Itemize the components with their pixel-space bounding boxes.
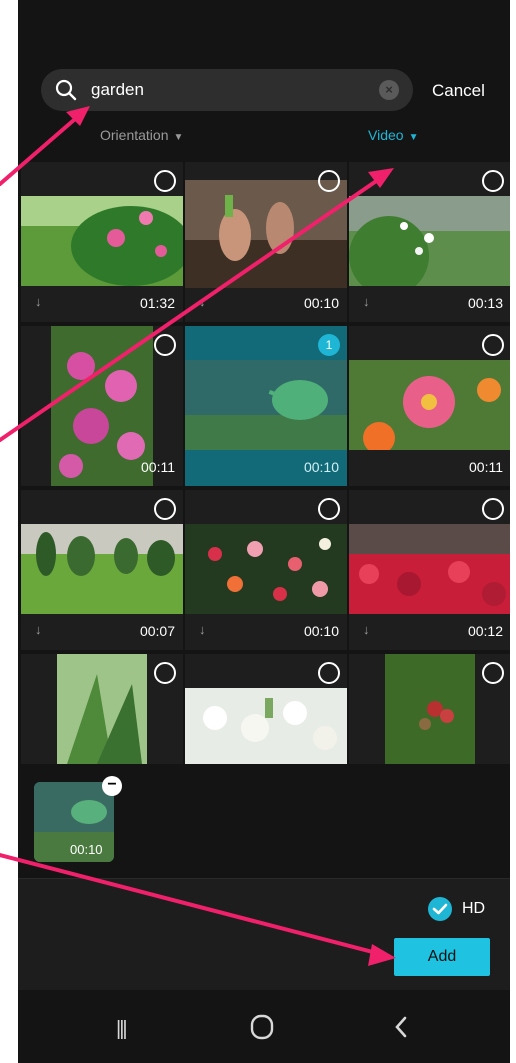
hd-checkbox[interactable] bbox=[428, 897, 452, 921]
download-icon: ↓ bbox=[35, 294, 42, 309]
video-thumbnail bbox=[21, 196, 183, 286]
select-radio[interactable] bbox=[482, 498, 504, 520]
select-radio[interactable] bbox=[318, 498, 340, 520]
video-duration: 00:11 bbox=[469, 459, 503, 475]
video-duration: 00:10 bbox=[303, 459, 339, 475]
video-duration: 00:10 bbox=[303, 623, 339, 639]
video-tile[interactable]: ↓ 00:12 bbox=[349, 490, 510, 650]
select-radio[interactable] bbox=[482, 334, 504, 356]
video-thumbnail bbox=[349, 196, 510, 286]
clip-duration: 00:10 bbox=[70, 842, 103, 857]
chevron-down-icon: ▼ bbox=[173, 132, 184, 143]
back-button[interactable] bbox=[394, 1016, 408, 1038]
video-duration: 00:10 bbox=[303, 295, 339, 311]
select-radio[interactable] bbox=[482, 170, 504, 192]
video-tile[interactable] bbox=[185, 654, 347, 764]
selection-number-badge: 1 bbox=[318, 334, 340, 356]
video-filter[interactable]: Video ▼ bbox=[368, 127, 418, 143]
video-thumbnail bbox=[21, 524, 183, 614]
select-radio[interactable] bbox=[318, 170, 340, 192]
video-thumbnail bbox=[349, 360, 510, 450]
video-duration: 00:07 bbox=[139, 623, 175, 639]
orientation-filter[interactable]: Orientation ▼ bbox=[100, 127, 183, 143]
add-button[interactable]: Add bbox=[394, 938, 490, 976]
video-thumbnail bbox=[185, 360, 347, 450]
search-bar[interactable]: garden × bbox=[41, 69, 413, 111]
video-tile[interactable] bbox=[349, 654, 510, 764]
bottom-action-bar: HD Add bbox=[18, 878, 510, 990]
select-radio[interactable] bbox=[482, 662, 504, 684]
video-tile[interactable]: ↓ 00:10 bbox=[185, 490, 347, 650]
chevron-down-icon: ▼ bbox=[408, 132, 419, 143]
video-tile[interactable] bbox=[21, 654, 183, 764]
video-tile[interactable]: 00:11 bbox=[349, 326, 510, 486]
clear-icon[interactable]: × bbox=[379, 80, 399, 100]
video-thumbnail bbox=[57, 654, 147, 764]
download-icon: ↓ bbox=[199, 294, 206, 309]
orientation-filter-label: Orientation bbox=[100, 127, 169, 143]
selected-clips-tray: − 00:10 bbox=[18, 764, 510, 878]
phone-screen: garden × Cancel Orientation ▼ Video ▼ ↓ 01… bbox=[18, 0, 510, 1063]
video-duration: 00:12 bbox=[467, 623, 503, 639]
video-duration: 00:13 bbox=[467, 295, 503, 311]
video-thumbnail bbox=[51, 326, 153, 486]
video-tile[interactable]: ↓ 00:10 bbox=[185, 162, 347, 322]
download-icon: ↓ bbox=[35, 622, 42, 637]
video-tile-selected[interactable]: 1 00:10 bbox=[185, 326, 347, 486]
select-radio[interactable] bbox=[318, 662, 340, 684]
video-thumbnail bbox=[185, 180, 347, 288]
remove-clip-icon[interactable]: − bbox=[102, 776, 122, 796]
download-icon: ↓ bbox=[199, 622, 206, 637]
home-button[interactable] bbox=[250, 1014, 274, 1040]
video-tile[interactable]: ↓ 01:32 bbox=[21, 162, 183, 322]
check-icon bbox=[432, 903, 448, 915]
video-tile[interactable]: ↓ 00:13 bbox=[349, 162, 510, 322]
select-radio[interactable] bbox=[154, 498, 176, 520]
video-thumbnail bbox=[385, 654, 475, 764]
search-input[interactable]: garden bbox=[91, 80, 144, 100]
download-icon: ↓ bbox=[363, 294, 370, 309]
video-tile[interactable]: 00:11 bbox=[21, 326, 183, 486]
cancel-button[interactable]: Cancel bbox=[432, 81, 485, 101]
search-icon bbox=[55, 79, 77, 101]
recent-apps-button[interactable]: ||| bbox=[116, 1018, 128, 1041]
video-thumbnail bbox=[185, 688, 347, 764]
system-navigation-bar: ||| bbox=[18, 990, 510, 1063]
select-radio[interactable] bbox=[154, 662, 176, 684]
video-thumbnail bbox=[185, 524, 347, 614]
video-tile[interactable]: ↓ 00:07 bbox=[21, 490, 183, 650]
video-duration: 01:32 bbox=[139, 295, 175, 311]
download-icon: ↓ bbox=[363, 622, 370, 637]
video-filter-label: Video bbox=[368, 127, 404, 143]
select-radio[interactable] bbox=[154, 170, 176, 192]
select-radio[interactable] bbox=[154, 334, 176, 356]
video-thumbnail bbox=[349, 524, 510, 614]
video-duration: 00:11 bbox=[141, 459, 175, 475]
hd-label: HD bbox=[462, 900, 486, 917]
